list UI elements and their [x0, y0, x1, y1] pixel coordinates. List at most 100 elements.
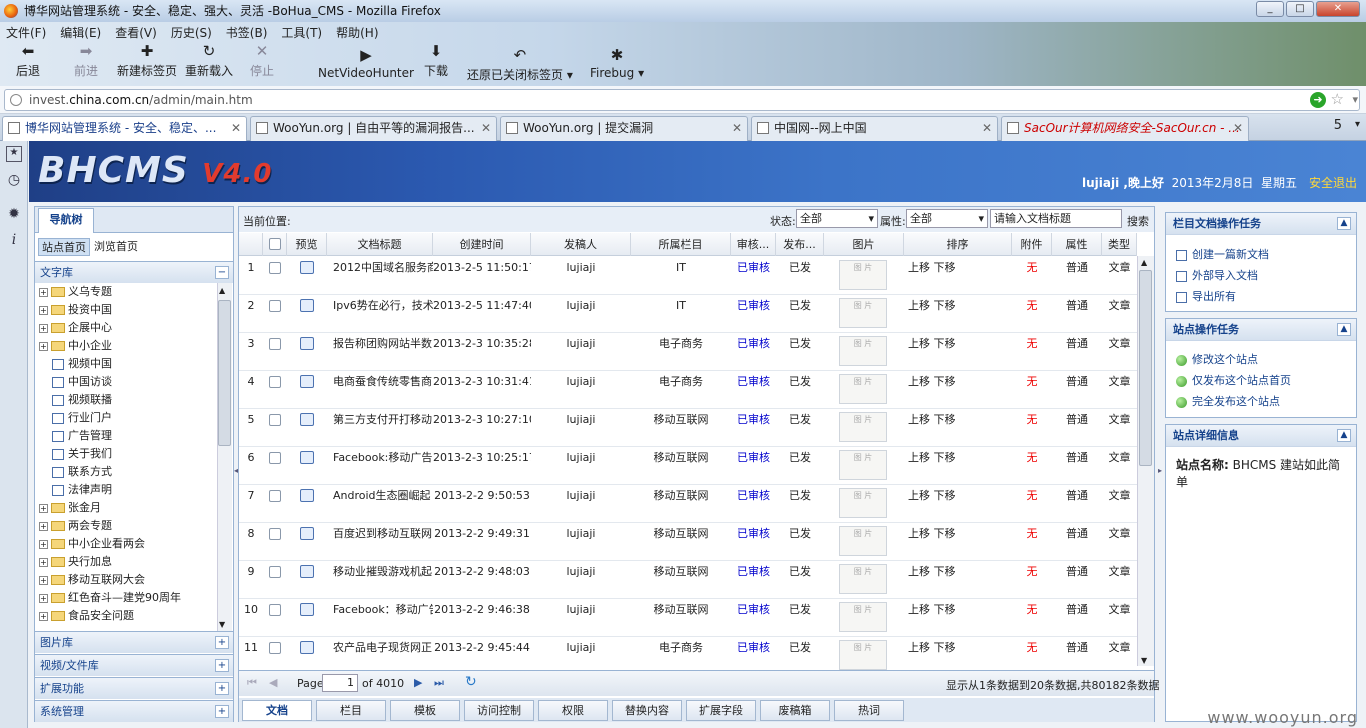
netvideohunter-button[interactable]: ▶ NetVideoHunter: [318, 46, 414, 80]
site-home-link[interactable]: 站点首页: [38, 238, 90, 256]
row-checkbox[interactable]: [269, 338, 281, 350]
prev-page-icon[interactable]: ◀: [269, 676, 277, 689]
new-tab-button[interactable]: ✚ 新建标签页: [117, 42, 177, 79]
sort-move-links[interactable]: 上移 下移: [904, 295, 964, 317]
bottom-tab[interactable]: 模板: [390, 700, 460, 721]
table-row[interactable]: 1 2012中国域名服务商 2013-2-5 11:50:17 lujiaji IT 已审…: [239, 257, 1137, 295]
settings-gear-icon[interactable]: ✹: [6, 206, 22, 222]
tab-wooyun-submit[interactable]: WooYun.org | 提交漏洞 ✕: [500, 116, 748, 141]
status-select[interactable]: 全部 ▾: [796, 209, 878, 228]
sort-move-links[interactable]: 上移 下移: [904, 485, 964, 507]
tab-bhcms[interactable]: 博华网站管理系统 - 安全、稳定、... ✕: [2, 116, 247, 141]
scroll-down-icon[interactable]: ▼: [1141, 656, 1147, 665]
first-page-icon[interactable]: ⏮: [247, 676, 257, 690]
table-row[interactable]: 9 移动业摧毁游戏机起 2013-2-2 9:48:03 lujiaji 移动互联网 已审…: [239, 561, 1137, 599]
menu-help[interactable]: 帮助(H): [336, 24, 378, 41]
bottom-tab[interactable]: 文档: [242, 700, 312, 721]
restore-tabs-button[interactable]: ↶ 还原已关闭标签页 ▾: [467, 46, 573, 83]
expand-icon[interactable]: +: [215, 705, 229, 718]
row-checkbox[interactable]: [269, 452, 281, 464]
bottom-tab[interactable]: 访问控制: [464, 700, 534, 721]
doc-title-link[interactable]: Facebook：移动广告: [333, 599, 433, 621]
attr-select[interactable]: 全部 ▾: [906, 209, 988, 228]
expand-icon[interactable]: +: [215, 636, 229, 649]
audit-status-link[interactable]: 已审核: [731, 599, 776, 621]
audit-status-link[interactable]: 已审核: [731, 295, 776, 317]
expand-icon[interactable]: +: [39, 539, 48, 549]
column-header[interactable]: 类型: [1102, 233, 1137, 256]
doc-title-link[interactable]: Android生态圈崛起: [333, 485, 433, 507]
accordion-text-library[interactable]: 文字库 −: [35, 261, 233, 283]
column-header[interactable]: 预览: [287, 233, 327, 256]
history-clock-icon[interactable]: ◷: [6, 172, 22, 188]
tab-close-icon[interactable]: ✕: [732, 117, 742, 139]
column-header[interactable]: 文档标题: [327, 233, 433, 256]
firebug-button[interactable]: ✱ Firebug ▾: [590, 46, 644, 80]
row-checkbox[interactable]: [269, 566, 281, 578]
tab-close-icon[interactable]: ✕: [481, 117, 491, 139]
tab-china[interactable]: 中国网--网上中国 ✕: [751, 116, 998, 141]
minimize-button[interactable]: _: [1256, 1, 1284, 17]
doc-title-link[interactable]: 第三方支付开打移动: [333, 409, 433, 431]
page-number-input[interactable]: 1: [322, 674, 358, 692]
tree-node[interactable]: 联系方式: [52, 463, 112, 481]
doc-title-link[interactable]: 电商蚕食传统零售商: [333, 371, 433, 393]
expand-icon[interactable]: +: [39, 521, 48, 531]
accordion-image-library[interactable]: 图片库 +: [35, 631, 233, 653]
preview-icon[interactable]: [300, 261, 314, 274]
import-doc-link[interactable]: 外部导入文档: [1176, 267, 1258, 285]
close-window-button[interactable]: ✕: [1316, 1, 1360, 17]
preview-icon[interactable]: [300, 565, 314, 578]
expand-icon[interactable]: +: [39, 557, 48, 567]
tab-close-icon[interactable]: ✕: [231, 117, 241, 139]
table-row[interactable]: 5 第三方支付开打移动 2013-2-3 10:27:10 lujiaji 移动互联网 已…: [239, 409, 1137, 447]
expand-icon[interactable]: +: [39, 323, 48, 333]
tab-sacour[interactable]: SacOur计算机网络安全-SacOur.cn - ... ✕: [1001, 116, 1249, 141]
grid-scroll-thumb[interactable]: [1139, 270, 1152, 466]
bottom-tab[interactable]: 热词: [834, 700, 904, 721]
table-row[interactable]: 4 电商蚕食传统零售商 2013-2-3 10:31:41 lujiaji 电子商务 已审…: [239, 371, 1137, 409]
accordion-system[interactable]: 系统管理 +: [35, 700, 233, 722]
menu-view[interactable]: 查看(V): [115, 24, 157, 41]
tree-node[interactable]: 行业门户: [52, 409, 112, 427]
search-button[interactable]: 搜索: [1127, 213, 1149, 229]
tree-node[interactable]: 视频中国: [52, 355, 112, 373]
table-row[interactable]: 6 Facebook:移动广告 2013-2-3 10:25:17 lujiaji 移动…: [239, 447, 1137, 485]
create-doc-link[interactable]: 创建一篇新文档: [1176, 246, 1269, 264]
sort-move-links[interactable]: 上移 下移: [904, 257, 964, 279]
tab-close-icon[interactable]: ✕: [1233, 117, 1243, 139]
column-header[interactable]: 属性: [1052, 233, 1102, 256]
row-checkbox[interactable]: [269, 604, 281, 616]
tree-node[interactable]: 中国访谈: [52, 373, 112, 391]
column-header[interactable]: 附件: [1012, 233, 1052, 256]
tree-node[interactable]: 视频联播: [52, 391, 112, 409]
bottom-tab[interactable]: 废稿箱: [760, 700, 830, 721]
expand-icon[interactable]: +: [39, 503, 48, 513]
expand-icon[interactable]: +: [39, 305, 48, 315]
accordion-extensions[interactable]: 扩展功能 +: [35, 677, 233, 699]
checkbox[interactable]: [269, 238, 281, 250]
row-checkbox[interactable]: [269, 376, 281, 388]
preview-icon[interactable]: [300, 451, 314, 464]
tab-list-icon[interactable]: ▾: [1355, 119, 1360, 130]
preview-icon[interactable]: [300, 603, 314, 616]
row-checkbox[interactable]: [269, 642, 281, 654]
tree-node[interactable]: + 央行加息: [39, 553, 112, 571]
expand-icon[interactable]: +: [39, 341, 48, 351]
bottom-tab[interactable]: 权限: [538, 700, 608, 721]
audit-status-link[interactable]: 已审核: [731, 523, 776, 545]
row-checkbox[interactable]: [269, 262, 281, 274]
maximize-button[interactable]: □: [1286, 1, 1314, 17]
forward-button[interactable]: ➡ 前进: [74, 42, 98, 79]
row-checkbox[interactable]: [269, 490, 281, 502]
column-header[interactable]: 排序: [904, 233, 1012, 256]
sort-move-links[interactable]: 上移 下移: [904, 371, 964, 393]
download-button[interactable]: ⬇ 下载: [424, 42, 448, 79]
audit-status-link[interactable]: 已审核: [731, 371, 776, 393]
preview-icon[interactable]: [300, 375, 314, 388]
table-row[interactable]: 7 Android生态圈崛起 2013-2-2 9:50:53 lujiaji 移动互联…: [239, 485, 1137, 523]
audit-status-link[interactable]: 已审核: [731, 485, 776, 507]
expand-icon[interactable]: +: [39, 611, 48, 621]
menu-file[interactable]: 文件(F): [6, 24, 46, 41]
column-header[interactable]: 审核...: [731, 233, 776, 256]
